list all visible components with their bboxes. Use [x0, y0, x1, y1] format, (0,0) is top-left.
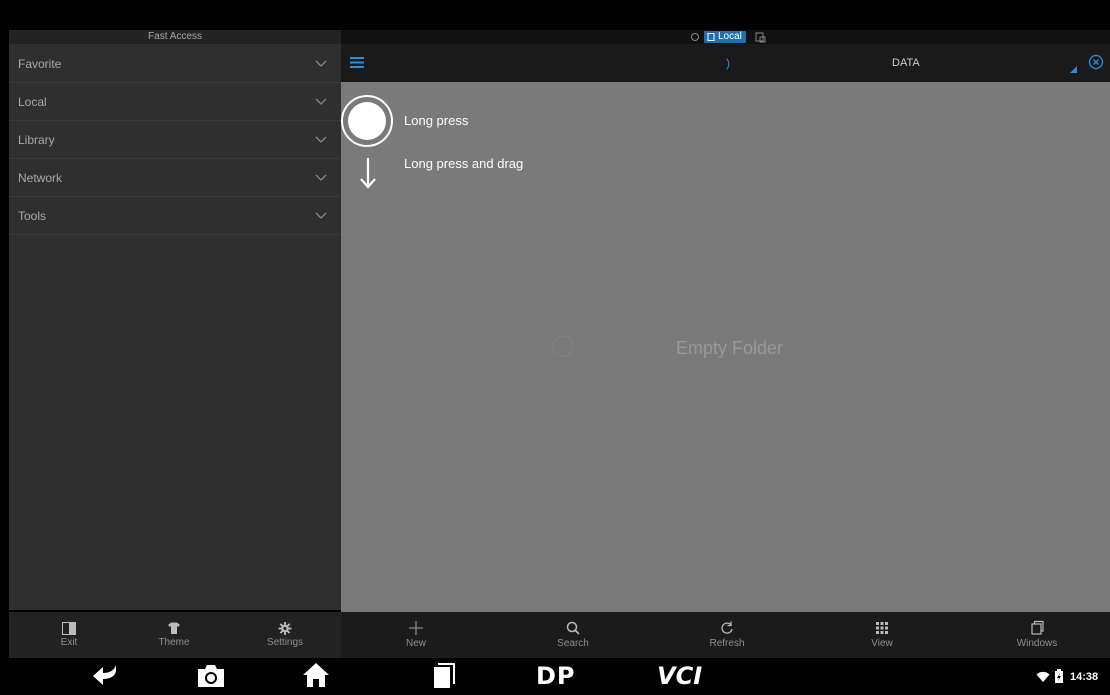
- refresh-small-icon[interactable]: [690, 32, 700, 42]
- empty-folder-text: Empty Folder: [676, 338, 784, 358]
- exit-label: Exit: [60, 637, 78, 648]
- plus-icon: [409, 621, 423, 635]
- folder-title[interactable]: DATA: [892, 57, 920, 69]
- chevron-down-icon: [315, 174, 327, 181]
- view-button[interactable]: View: [857, 620, 907, 649]
- menu-icon[interactable]: [350, 57, 364, 68]
- home-icon[interactable]: [302, 662, 330, 688]
- nav-item-network[interactable]: Network: [9, 159, 341, 197]
- location-badge-label: Local: [718, 31, 742, 42]
- close-icon[interactable]: [1088, 54, 1104, 70]
- clock: 14:38: [1070, 671, 1099, 683]
- windows-icon: [1031, 620, 1044, 635]
- theme-label: Theme: [158, 637, 190, 648]
- nav-item-label: Tools: [18, 208, 47, 223]
- search-icon: [566, 621, 580, 635]
- nav-item-label: Library: [18, 132, 55, 147]
- battery-icon: [1055, 669, 1063, 683]
- windows-button[interactable]: Windows: [1012, 620, 1062, 649]
- new-button[interactable]: New: [391, 620, 441, 649]
- long-press-icon: [341, 95, 393, 147]
- nav-item-favorite[interactable]: Favorite: [9, 45, 341, 83]
- gear-icon: [278, 622, 292, 635]
- back-icon[interactable]: [92, 664, 118, 686]
- chevron-down-icon: [315, 212, 327, 219]
- nav-item-label: Local: [18, 94, 47, 109]
- vci-brand[interactable]: VCI: [657, 662, 702, 690]
- refresh-label: Refresh: [709, 638, 745, 649]
- nav-item-local[interactable]: Local: [9, 83, 341, 121]
- shirt-icon: [168, 622, 180, 634]
- nav-item-library[interactable]: Library: [9, 121, 341, 159]
- settings-label: Settings: [266, 637, 304, 648]
- new-label: New: [405, 638, 426, 649]
- corner-marker-icon: [1070, 66, 1077, 73]
- exit-icon: [62, 622, 76, 635]
- breadcrumb-separator: ): [726, 56, 730, 70]
- chevron-down-icon: [315, 60, 327, 67]
- exit-button[interactable]: Exit: [44, 622, 94, 648]
- refresh-icon: [721, 621, 733, 634]
- recent-apps-icon[interactable]: [430, 663, 456, 689]
- arrow-down-icon: [360, 158, 376, 189]
- nav-item-tools[interactable]: Tools: [9, 197, 341, 235]
- chevron-down-icon: [315, 98, 327, 105]
- storage-icon[interactable]: [755, 32, 766, 43]
- phone-icon: [707, 33, 715, 41]
- panel-title: Fast Access: [9, 30, 341, 44]
- fast-access-panel: Fast Access Favorite Local Library Netwo…: [9, 30, 341, 610]
- nav-item-label: Favorite: [18, 56, 62, 71]
- hint-long-press-drag: Long press and drag: [404, 156, 524, 171]
- camera-icon[interactable]: [196, 663, 226, 689]
- nav-item-label: Network: [18, 170, 63, 185]
- location-badge[interactable]: Local: [704, 31, 746, 43]
- grid-icon: [876, 622, 888, 634]
- dp-brand[interactable]: DP: [536, 662, 576, 690]
- theme-button[interactable]: Theme: [149, 622, 199, 648]
- refresh-button[interactable]: Refresh: [702, 620, 752, 649]
- wifi-icon: [1036, 671, 1050, 682]
- chevron-down-icon: [315, 136, 327, 143]
- settings-button[interactable]: Settings: [260, 622, 310, 648]
- search-button[interactable]: Search: [548, 620, 598, 649]
- loading-icon: [552, 335, 574, 357]
- view-label: View: [871, 638, 893, 649]
- windows-label: Windows: [1016, 638, 1058, 649]
- hint-long-press: Long press: [404, 113, 469, 128]
- search-label: Search: [557, 638, 589, 649]
- top-band: [0, 0, 1110, 30]
